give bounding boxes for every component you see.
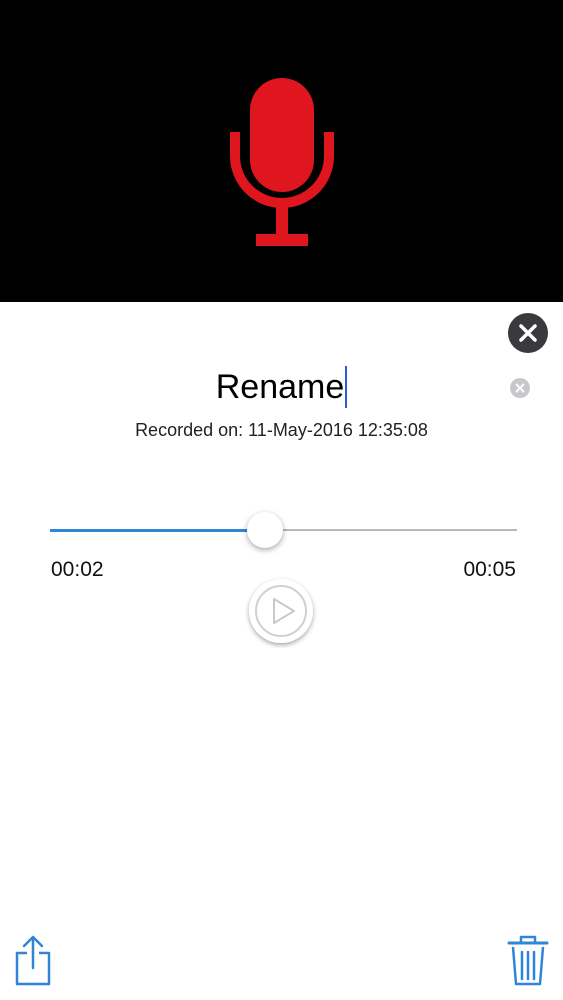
trash-icon [507, 935, 549, 986]
slider-track-fill [50, 529, 265, 532]
playback-slider[interactable] [50, 512, 517, 548]
recording-name-value: Rename [215, 368, 345, 406]
clear-text-button[interactable] [510, 378, 530, 398]
recording-artwork [0, 0, 563, 302]
recording-name-text[interactable]: Rename [0, 366, 563, 408]
recording-name-field[interactable]: Rename [0, 362, 563, 412]
slider-thumb[interactable] [246, 512, 283, 548]
microphone-icon [230, 78, 334, 246]
delete-button[interactable] [507, 934, 549, 988]
share-icon [15, 935, 51, 986]
total-duration: 00:05 [463, 558, 516, 581]
clear-text-icon [515, 383, 525, 393]
play-icon [249, 579, 313, 643]
current-time: 00:02 [51, 558, 104, 581]
play-button[interactable] [244, 574, 318, 648]
share-button[interactable] [14, 934, 52, 986]
close-button[interactable] [508, 313, 548, 353]
text-caret [345, 366, 348, 408]
recorded-date-label: Recorded on: 11-May-2016 12:35:08 [135, 420, 428, 440]
close-icon [519, 324, 537, 342]
